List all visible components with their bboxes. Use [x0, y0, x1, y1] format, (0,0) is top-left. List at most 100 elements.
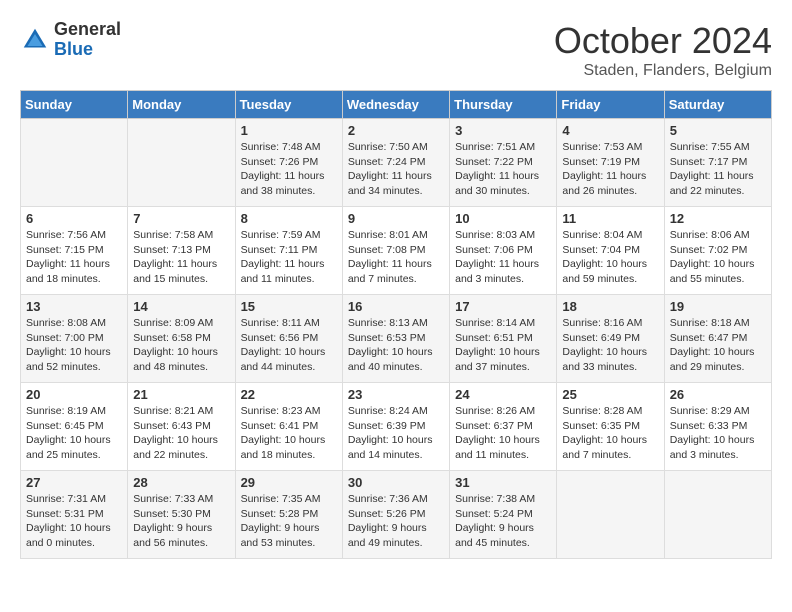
calendar-cell: 6 Sunrise: 7:56 AMSunset: 7:15 PMDaylight…: [21, 207, 128, 295]
calendar-cell: 4 Sunrise: 7:53 AMSunset: 7:19 PMDaylight…: [557, 119, 664, 207]
day-detail: Sunrise: 8:08 AMSunset: 7:00 PMDaylight:…: [26, 316, 122, 375]
location: Staden, Flanders, Belgium: [554, 62, 772, 80]
day-detail: Sunrise: 7:38 AMSunset: 5:24 PMDaylight:…: [455, 492, 551, 551]
weekday-header-friday: Friday: [557, 91, 664, 119]
day-detail: Sunrise: 8:19 AMSunset: 6:45 PMDaylight:…: [26, 404, 122, 463]
calendar-cell: 16 Sunrise: 8:13 AMSunset: 6:53 PMDayligh…: [342, 295, 449, 383]
calendar-cell: 2Sunrise: 7:50 AMSunset: 7:24 PMDaylight…: [342, 119, 449, 207]
calendar-cell: 20Sunrise: 8:19 AMSunset: 6:45 PMDayligh…: [21, 383, 128, 471]
logo-text: General Blue: [54, 20, 121, 60]
calendar-cell: 8Sunrise: 7:59 AMSunset: 7:11 PMDaylight…: [235, 207, 342, 295]
day-number: 17: [455, 299, 551, 314]
day-number: 23: [348, 387, 444, 402]
day-number: 9: [348, 211, 444, 226]
calendar-cell: 23 Sunrise: 8:24 AMSunset: 6:39 PMDayligh…: [342, 383, 449, 471]
day-number: 4: [562, 123, 658, 138]
day-number: 26: [670, 387, 766, 402]
day-number: 27: [26, 475, 122, 490]
calendar-cell: 10 Sunrise: 8:03 AMSunset: 7:06 PMDayligh…: [450, 207, 557, 295]
day-number: 3: [455, 123, 551, 138]
day-detail: Sunrise: 8:26 AMSunset: 6:37 PMDaylight:…: [455, 404, 551, 463]
calendar-cell: 1Sunrise: 7:48 AMSunset: 7:26 PMDaylight…: [235, 119, 342, 207]
weekday-header-row: SundayMondayTuesdayWednesdayThursdayFrid…: [21, 91, 772, 119]
calendar-cell: 29 Sunrise: 7:35 AMSunset: 5:28 PMDayligh…: [235, 471, 342, 559]
day-detail: Sunrise: 8:18 AMSunset: 6:47 PMDaylight:…: [670, 316, 766, 375]
day-number: 11: [562, 211, 658, 226]
day-number: 21: [133, 387, 229, 402]
day-detail: Sunrise: 8:04 AMSunset: 7:04 PMDaylight:…: [562, 228, 658, 287]
calendar-cell: 24Sunrise: 8:26 AMSunset: 6:37 PMDayligh…: [450, 383, 557, 471]
day-number: 6: [26, 211, 122, 226]
day-detail: Sunrise: 7:55 AMSunset: 7:17 PMDaylight:…: [670, 140, 766, 199]
calendar-cell: 30 Sunrise: 7:36 AMSunset: 5:26 PMDayligh…: [342, 471, 449, 559]
calendar-cell: 17 Sunrise: 8:14 AMSunset: 6:51 PMDayligh…: [450, 295, 557, 383]
calendar-cell: 27 Sunrise: 7:31 AMSunset: 5:31 PMDayligh…: [21, 471, 128, 559]
day-number: 7: [133, 211, 229, 226]
calendar-week-row: 20Sunrise: 8:19 AMSunset: 6:45 PMDayligh…: [21, 383, 772, 471]
calendar-cell: 28 Sunrise: 7:33 AMSunset: 5:30 PMDayligh…: [128, 471, 235, 559]
day-detail: Sunrise: 7:50 AMSunset: 7:24 PMDaylight:…: [348, 140, 444, 199]
day-detail: Sunrise: 8:14 AMSunset: 6:51 PMDaylight:…: [455, 316, 551, 375]
day-number: 8: [241, 211, 337, 226]
day-number: 13: [26, 299, 122, 314]
calendar-week-row: 13 Sunrise: 8:08 AMSunset: 7:00 PMDayligh…: [21, 295, 772, 383]
day-number: 10: [455, 211, 551, 226]
weekday-header-wednesday: Wednesday: [342, 91, 449, 119]
calendar-cell: 13 Sunrise: 8:08 AMSunset: 7:00 PMDayligh…: [21, 295, 128, 383]
day-detail: Sunrise: 8:24 AMSunset: 6:39 PMDaylight:…: [348, 404, 444, 463]
day-detail: Sunrise: 8:13 AMSunset: 6:53 PMDaylight:…: [348, 316, 444, 375]
calendar-body: 1Sunrise: 7:48 AMSunset: 7:26 PMDaylight…: [21, 119, 772, 559]
title-block: October 2024 Staden, Flanders, Belgium: [554, 20, 772, 80]
calendar-week-row: 6 Sunrise: 7:56 AMSunset: 7:15 PMDaylight…: [21, 207, 772, 295]
calendar-cell: [128, 119, 235, 207]
calendar-cell: 14 Sunrise: 8:09 AMSunset: 6:58 PMDayligh…: [128, 295, 235, 383]
calendar-cell: 3 Sunrise: 7:51 AMSunset: 7:22 PMDaylight…: [450, 119, 557, 207]
logo-icon: [20, 25, 50, 55]
day-number: 28: [133, 475, 229, 490]
day-detail: Sunrise: 7:56 AMSunset: 7:15 PMDaylight:…: [26, 228, 122, 287]
calendar-cell: [557, 471, 664, 559]
calendar-cell: 5Sunrise: 7:55 AMSunset: 7:17 PMDaylight…: [664, 119, 771, 207]
calendar-cell: 7Sunrise: 7:58 AMSunset: 7:13 PMDaylight…: [128, 207, 235, 295]
day-number: 30: [348, 475, 444, 490]
day-detail: Sunrise: 7:31 AMSunset: 5:31 PMDaylight:…: [26, 492, 122, 551]
page-header: General Blue October 2024 Staden, Flande…: [20, 20, 772, 80]
calendar-cell: 31 Sunrise: 7:38 AMSunset: 5:24 PMDayligh…: [450, 471, 557, 559]
day-detail: Sunrise: 8:23 AMSunset: 6:41 PMDaylight:…: [241, 404, 337, 463]
calendar-table: SundayMondayTuesdayWednesdayThursdayFrid…: [20, 90, 772, 559]
day-detail: Sunrise: 8:16 AMSunset: 6:49 PMDaylight:…: [562, 316, 658, 375]
day-detail: Sunrise: 7:51 AMSunset: 7:22 PMDaylight:…: [455, 140, 551, 199]
day-number: 19: [670, 299, 766, 314]
calendar-cell: 9Sunrise: 8:01 AMSunset: 7:08 PMDaylight…: [342, 207, 449, 295]
day-detail: Sunrise: 7:36 AMSunset: 5:26 PMDaylight:…: [348, 492, 444, 551]
calendar-cell: [21, 119, 128, 207]
calendar-cell: 11 Sunrise: 8:04 AMSunset: 7:04 PMDayligh…: [557, 207, 664, 295]
calendar-cell: 25Sunrise: 8:28 AMSunset: 6:35 PMDayligh…: [557, 383, 664, 471]
calendar-cell: 21 Sunrise: 8:21 AMSunset: 6:43 PMDayligh…: [128, 383, 235, 471]
weekday-header-thursday: Thursday: [450, 91, 557, 119]
day-detail: Sunrise: 8:11 AMSunset: 6:56 PMDaylight:…: [241, 316, 337, 375]
day-detail: Sunrise: 8:29 AMSunset: 6:33 PMDaylight:…: [670, 404, 766, 463]
logo-general: General: [54, 20, 121, 40]
day-detail: Sunrise: 8:21 AMSunset: 6:43 PMDaylight:…: [133, 404, 229, 463]
day-number: 14: [133, 299, 229, 314]
calendar-header: SundayMondayTuesdayWednesdayThursdayFrid…: [21, 91, 772, 119]
calendar-cell: 26 Sunrise: 8:29 AMSunset: 6:33 PMDayligh…: [664, 383, 771, 471]
weekday-header-monday: Monday: [128, 91, 235, 119]
day-detail: Sunrise: 7:35 AMSunset: 5:28 PMDaylight:…: [241, 492, 337, 551]
month-title: October 2024: [554, 20, 772, 62]
day-detail: Sunrise: 7:53 AMSunset: 7:19 PMDaylight:…: [562, 140, 658, 199]
day-number: 16: [348, 299, 444, 314]
calendar-cell: 15Sunrise: 8:11 AMSunset: 6:56 PMDayligh…: [235, 295, 342, 383]
day-number: 18: [562, 299, 658, 314]
day-detail: Sunrise: 8:03 AMSunset: 7:06 PMDaylight:…: [455, 228, 551, 287]
day-detail: Sunrise: 8:09 AMSunset: 6:58 PMDaylight:…: [133, 316, 229, 375]
logo: General Blue: [20, 20, 121, 60]
day-number: 31: [455, 475, 551, 490]
calendar-cell: [664, 471, 771, 559]
weekday-header-sunday: Sunday: [21, 91, 128, 119]
day-number: 25: [562, 387, 658, 402]
day-number: 29: [241, 475, 337, 490]
day-number: 1: [241, 123, 337, 138]
day-detail: Sunrise: 7:33 AMSunset: 5:30 PMDaylight:…: [133, 492, 229, 551]
